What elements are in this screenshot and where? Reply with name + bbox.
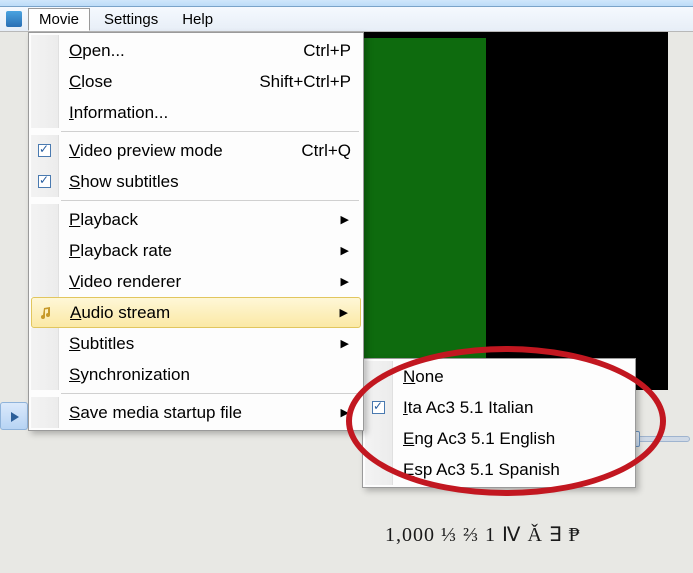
music-note-icon [39, 306, 53, 320]
menuitem-show-subtitles[interactable]: Show subtitles [31, 166, 361, 197]
audio-option-esp[interactable]: Esp Ac3 5.1 Spanish [365, 454, 633, 485]
menu-movie[interactable]: Movie [28, 8, 90, 31]
audio-stream-submenu: None Ita Ac3 5.1 Italian Eng Ac3 5.1 Eng… [362, 358, 636, 488]
menuitem-audio-stream[interactable]: Audio stream ▶ [31, 297, 361, 328]
audio-option-eng[interactable]: Eng Ac3 5.1 English [365, 423, 633, 454]
app-icon [6, 11, 22, 27]
submenu-arrow-icon: ▶ [340, 306, 360, 319]
submenu-arrow-icon: ▶ [341, 213, 361, 226]
audio-option-none[interactable]: None [365, 361, 633, 392]
check-icon [38, 175, 51, 188]
menu-settings[interactable]: Settings [94, 9, 168, 30]
menuitem-open[interactable]: Open... Ctrl+P [31, 35, 361, 66]
check-icon [38, 144, 51, 157]
menuitem-save-media[interactable]: Save media startup file ▶ [31, 397, 361, 428]
submenu-arrow-icon: ▶ [341, 244, 361, 257]
menuitem-playback[interactable]: Playback ▶ [31, 204, 361, 235]
separator [61, 131, 359, 132]
sample-text: 1,000 ⅓ ⅔ 1 Ⅳ Ǎ ∃ ₱ [385, 522, 581, 547]
check-icon [372, 401, 385, 414]
menuitem-synchronization[interactable]: Synchronization [31, 359, 361, 390]
menuitem-video-preview[interactable]: Video preview mode Ctrl+Q [31, 135, 361, 166]
menuitem-close[interactable]: Close Shift+Ctrl+P [31, 66, 361, 97]
separator [61, 393, 359, 394]
play-button[interactable] [0, 402, 28, 430]
movie-dropdown: Open... Ctrl+P Close Shift+Ctrl+P Inform… [28, 32, 364, 431]
play-icon [11, 412, 19, 422]
menuitem-information[interactable]: Information... [31, 97, 361, 128]
menuitem-subtitles[interactable]: Subtitles ▶ [31, 328, 361, 359]
menu-help[interactable]: Help [172, 9, 223, 30]
audio-option-ita[interactable]: Ita Ac3 5.1 Italian [365, 392, 633, 423]
window-titlebar [0, 0, 693, 7]
menubar: Movie Settings Help [0, 7, 693, 32]
submenu-arrow-icon: ▶ [341, 406, 361, 419]
menuitem-playback-rate[interactable]: Playback rate ▶ [31, 235, 361, 266]
menuitem-video-renderer[interactable]: Video renderer ▶ [31, 266, 361, 297]
separator [61, 200, 359, 201]
submenu-arrow-icon: ▶ [341, 337, 361, 350]
submenu-arrow-icon: ▶ [341, 275, 361, 288]
